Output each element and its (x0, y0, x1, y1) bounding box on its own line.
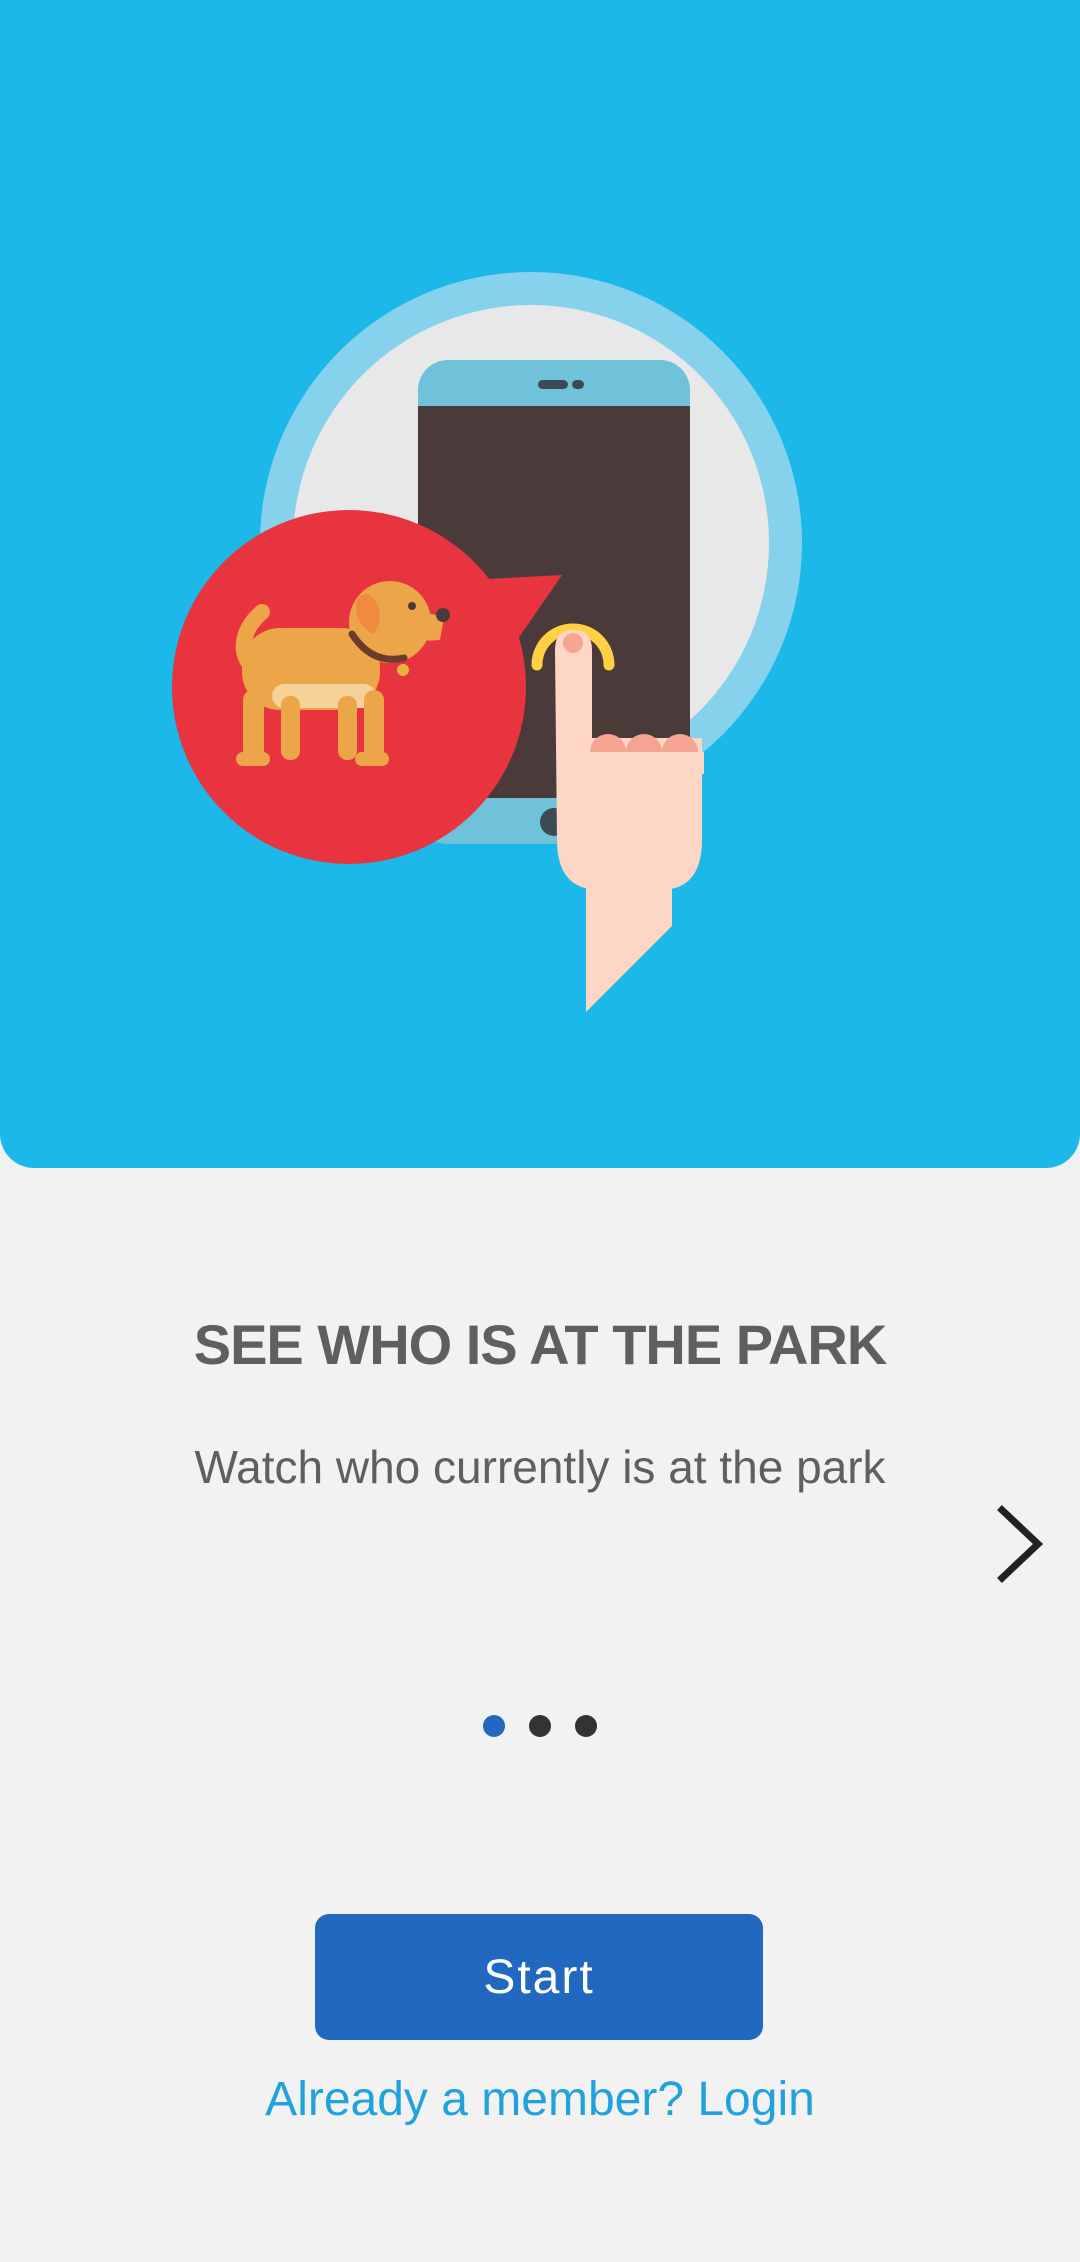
page-dot-2[interactable] (529, 1715, 551, 1737)
start-button[interactable]: Start (315, 1914, 763, 2040)
login-link[interactable]: Already a member? Login (0, 2064, 1080, 2136)
next-button[interactable] (988, 1500, 1052, 1588)
page-subtitle: Watch who currently is at the park (194, 1441, 886, 1493)
chevron-right-icon (997, 1505, 1044, 1583)
page-indicator (0, 1715, 1080, 1737)
page-title: SEE WHO IS AT THE PARK (193, 1313, 888, 1376)
page-dot-3[interactable] (575, 1715, 597, 1737)
hero-illustration (172, 272, 802, 1012)
hero-banner (0, 0, 1080, 1168)
page-dot-1[interactable] (483, 1715, 505, 1737)
